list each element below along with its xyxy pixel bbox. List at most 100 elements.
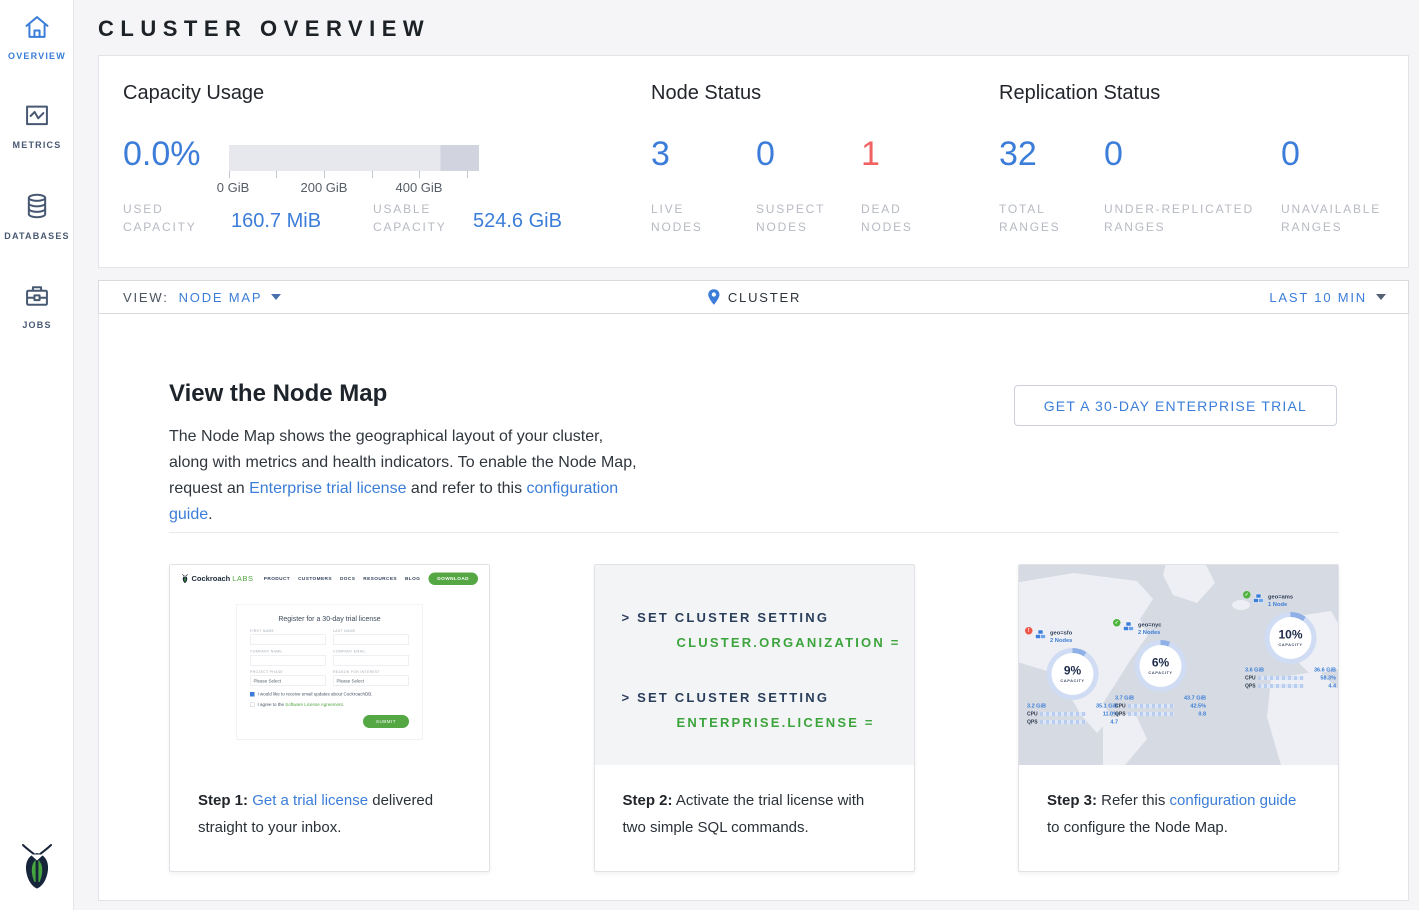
first-name-label: FIRST NAME — [250, 630, 326, 634]
software-license-link[interactable]: Software License Agreement — [285, 702, 343, 707]
view-value[interactable]: NODE MAP — [179, 290, 263, 305]
capacity-gauge: 6% CAPACITY — [1135, 640, 1187, 692]
divider — [169, 532, 1339, 533]
sidebar-item-databases[interactable]: DATABASES — [0, 178, 74, 241]
capacity-label: CAPACITY — [1148, 671, 1172, 676]
used-capacity-value: 160.7 MiB — [231, 210, 321, 233]
get-trial-license-link[interactable]: Get a trial license — [252, 792, 368, 809]
sql-prompt: > — [622, 690, 632, 705]
nav-blog[interactable]: BLOG — [405, 576, 420, 582]
reason-select[interactable]: Please Select — [333, 676, 409, 687]
nav-customers[interactable]: CUSTOMERS — [298, 576, 332, 582]
step2-caption: Step 2: Activate the trial license with … — [595, 765, 914, 841]
used-capacity-label: USED CAPACITY — [123, 200, 213, 236]
view-selector[interactable]: VIEW: NODE MAP — [123, 290, 281, 305]
logo-text: Cockroach — [192, 574, 231, 583]
capacity-percent: 9% — [1064, 665, 1081, 677]
suspect-nodes-value: 0 — [756, 134, 775, 174]
view-bar: VIEW: NODE MAP CLUSTER LAST 10 MIN — [98, 280, 1409, 314]
step2-label: Step 2: — [623, 792, 673, 809]
nav-docs[interactable]: DOCS — [340, 576, 355, 582]
unavailable-ranges-value: 0 — [1281, 134, 1300, 174]
capacity-gauge: 9% CAPACITY — [1047, 648, 1099, 700]
node-map-description: The Node Map shows the geographical layo… — [169, 424, 639, 528]
project-phase-label: PROJECT PHASE — [250, 671, 326, 675]
under-replicated-value: 0 — [1104, 134, 1123, 174]
capacity-percent: 6% — [1152, 657, 1169, 669]
cluster-summary-panel: Capacity Usage Node Status Replication S… — [98, 55, 1409, 268]
capacity-label: CAPACITY — [1060, 679, 1084, 684]
project-phase-select[interactable]: Please Select — [250, 676, 326, 687]
sidebar-item-label: METRICS — [0, 140, 74, 150]
sql-prompt: > — [622, 610, 632, 625]
last-name-field[interactable] — [333, 635, 409, 646]
nodes-cubes-icon — [1253, 593, 1266, 605]
download-button[interactable]: DOWNLOAD — [428, 572, 478, 585]
nodes-cubes-icon — [1123, 621, 1136, 633]
mini-site-header: Cockroach LABS PRODUCT CUSTOMERS DOCS RE… — [170, 565, 489, 592]
trial-registration-form: Register for a 30-day trial license FIRS… — [237, 604, 423, 740]
location-pin-icon — [706, 288, 721, 306]
step2-image: > SET CLUSTER SETTING CLUSTER.ORGANIZATI… — [595, 565, 914, 765]
mini-site-nav: PRODUCT CUSTOMERS DOCS RESOURCES BLOG DO… — [264, 572, 478, 585]
nav-resources[interactable]: RESOURCES — [363, 576, 397, 582]
map-node-nyc[interactable]: ✓ geo=nyc 2 Nodes — [1113, 621, 1208, 765]
email-updates-checkbox[interactable] — [250, 692, 255, 697]
ok-dot-icon: ✓ — [1113, 619, 1121, 627]
live-nodes-label: LIVE NODES — [651, 200, 741, 236]
license-agree-checkbox[interactable] — [250, 702, 255, 707]
qps-bar — [1040, 720, 1086, 724]
submit-button[interactable]: SUBMIT — [363, 715, 409, 728]
cpu-bar — [1258, 676, 1304, 680]
live-nodes-value: 3 — [651, 134, 670, 174]
sidebar-item-metrics[interactable]: METRICS — [0, 89, 74, 150]
license-agree-label: I agree to the Software License Agreemen… — [258, 702, 345, 707]
sidebar: OVERVIEW METRICS DATABASES — [0, 0, 74, 910]
page: CLUSTER OVERVIEW Capacity Usage Node Sta… — [74, 0, 1419, 910]
time-range-selector[interactable]: LAST 10 MIN — [1269, 290, 1386, 305]
mini-site-screenshot: Cockroach LABS PRODUCT CUSTOMERS DOCS RE… — [170, 565, 489, 765]
step3-caption: Step 3: Refer this configuration guide t… — [1019, 765, 1338, 841]
capacity-percent: 10% — [1278, 629, 1302, 641]
email-updates-row: I would like to receive email updates ab… — [250, 692, 409, 697]
email-updates-label: I would like to receive email updates ab… — [258, 692, 373, 697]
get-trial-button[interactable]: GET A 30-DAY ENTERPRISE TRIAL — [1014, 385, 1337, 426]
sidebar-item-jobs[interactable]: JOBS — [0, 269, 74, 330]
chevron-down-icon — [271, 294, 281, 300]
step3-card: ! geo=sfo 2 Nodes — [1018, 564, 1339, 872]
sql-command-1: > SET CLUSTER SETTING CLUSTER.ORGANIZATI… — [622, 610, 914, 650]
nav-product[interactable]: PRODUCT — [264, 576, 290, 582]
form-title: Register for a 30-day trial license — [250, 615, 409, 623]
cockroachdb-logo[interactable] — [0, 841, 74, 896]
enterprise-trial-license-link[interactable]: Enterprise trial license — [249, 480, 406, 497]
sidebar-item-overview[interactable]: OVERVIEW — [0, 0, 74, 61]
locality-name: geo=ams — [1268, 594, 1293, 600]
step1-label: Step 1: — [198, 792, 248, 809]
cluster-label: CLUSTER — [728, 290, 801, 305]
first-name-field[interactable] — [250, 635, 326, 646]
replication-status-title: Replication Status — [999, 82, 1160, 105]
step2-card: > SET CLUSTER SETTING CLUSTER.ORGANIZATI… — [594, 564, 915, 872]
ok-dot-icon: ✓ — [1243, 591, 1251, 599]
company-name-field[interactable] — [250, 655, 326, 666]
license-agree-row: I agree to the Software License Agreemen… — [250, 702, 409, 707]
total-capacity: 43.7 GiB — [1184, 695, 1206, 701]
description-text: . — [208, 506, 212, 523]
qps-bar — [1258, 684, 1304, 688]
company-email-field[interactable] — [333, 655, 409, 666]
configuration-guide-link[interactable]: configuration guide — [1170, 792, 1297, 809]
step1-card: Cockroach LABS PRODUCT CUSTOMERS DOCS RE… — [169, 564, 490, 872]
map-node-ams[interactable]: ✓ geo=ams 1 Node — [1243, 593, 1338, 765]
unavailable-ranges-label: UNAVAILABLE RANGES — [1281, 200, 1401, 236]
map-node-sfo[interactable]: ! geo=sfo 2 Nodes — [1025, 629, 1120, 765]
capacity-percent: 0.0% — [123, 134, 201, 174]
home-icon — [23, 27, 51, 44]
total-capacity: 36.6 GiB — [1314, 667, 1336, 673]
time-range-value[interactable]: LAST 10 MIN — [1269, 290, 1367, 305]
total-ranges-label: TOTAL RANGES — [999, 200, 1089, 236]
sql-argument: CLUSTER.ORGANIZATION = — [622, 635, 914, 650]
page-title: CLUSTER OVERVIEW — [98, 16, 1419, 42]
dead-nodes-label: DEAD NODES — [861, 200, 951, 236]
sidebar-item-label: OVERVIEW — [0, 51, 74, 61]
qps-bar — [1128, 712, 1174, 716]
